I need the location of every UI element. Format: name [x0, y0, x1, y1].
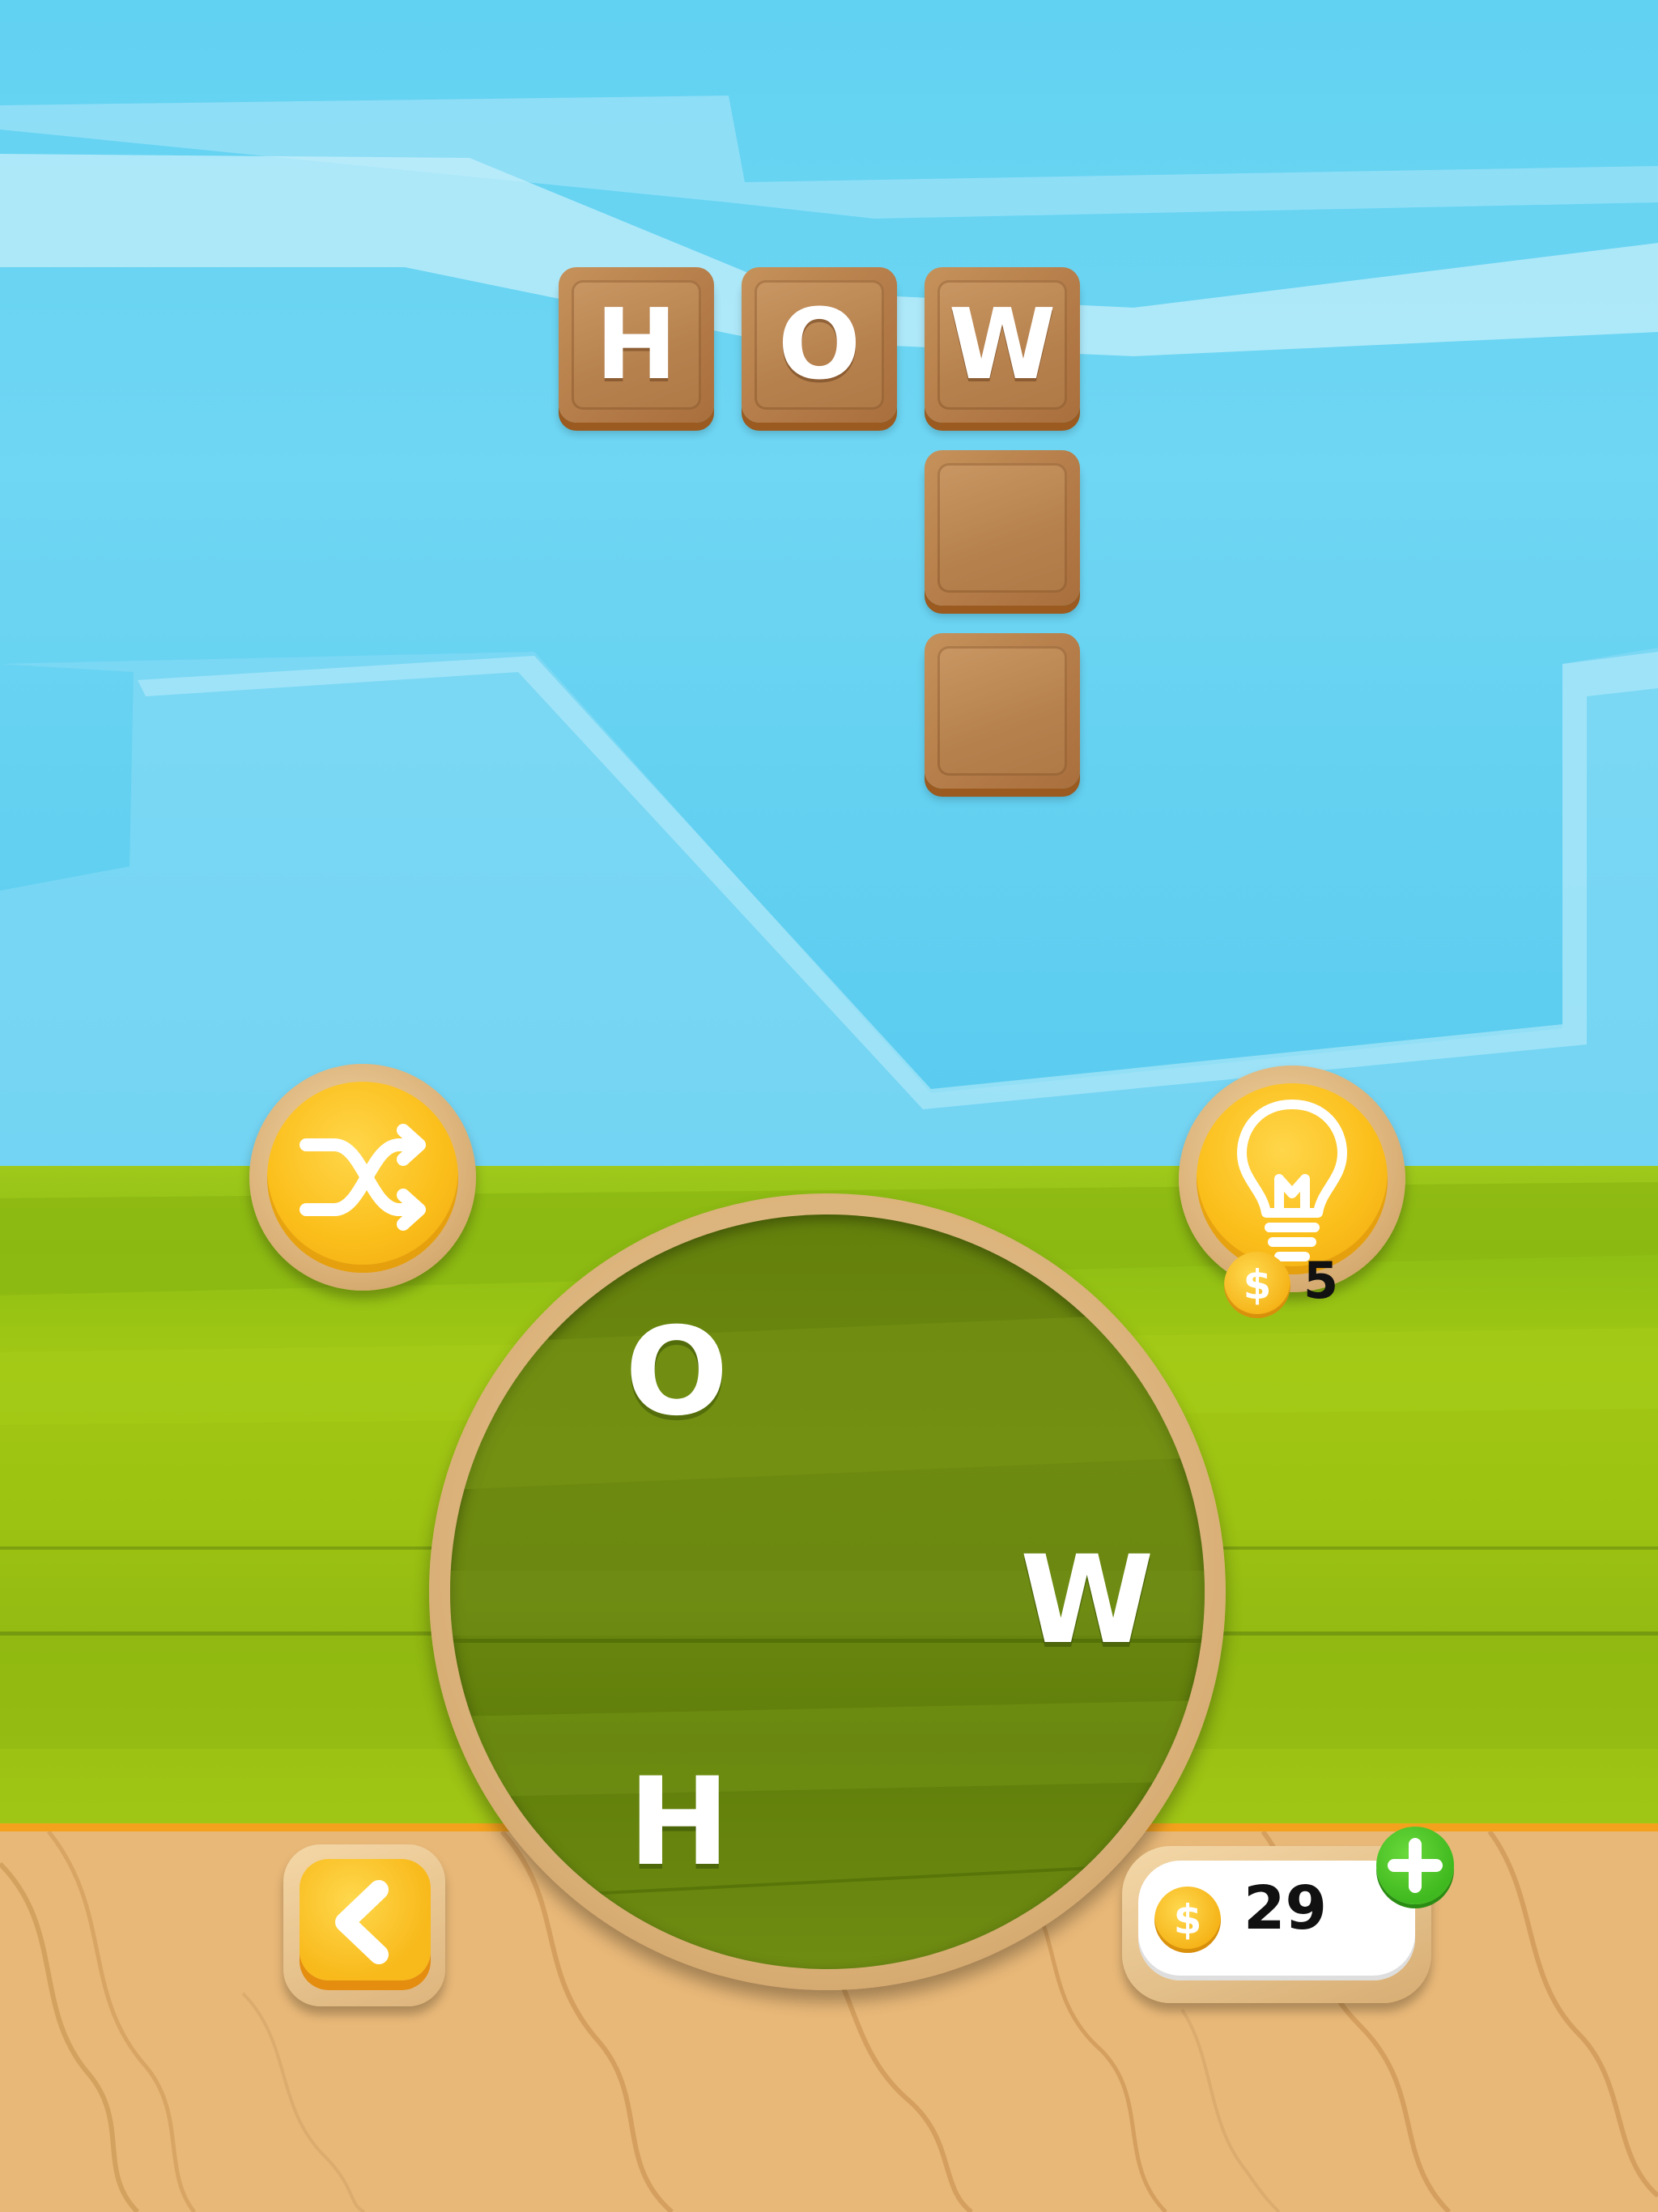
shuffle-icon [300, 1124, 426, 1231]
board-tile: O [742, 267, 897, 423]
tile-letter: H [595, 288, 678, 402]
tile-letter: O [777, 288, 861, 402]
plus-icon [1388, 1838, 1443, 1893]
board-tile: H [559, 267, 714, 423]
shuffle-button[interactable] [249, 1064, 476, 1291]
add-coins-button[interactable] [1376, 1827, 1454, 1904]
board-tile-empty [925, 633, 1080, 789]
back-button[interactable] [283, 1844, 445, 2006]
chevron-left-icon [335, 1880, 389, 1964]
letter-wheel[interactable]: O W H [429, 1193, 1226, 1990]
hint-button[interactable] [1179, 1066, 1405, 1292]
wheel-letter[interactable]: W [1020, 1540, 1154, 1661]
game-screen: H O W $ 5 O W H $ 29 [0, 0, 1658, 2212]
hint-cost: 5 [1303, 1251, 1339, 1310]
tile-letter: W [948, 288, 1056, 402]
wheel-letter[interactable]: H [628, 1762, 730, 1883]
board-tile-empty [925, 450, 1080, 606]
coin-icon: $ [1154, 1887, 1221, 1953]
sky-background [0, 0, 1658, 1174]
lightbulb-icon [1237, 1100, 1347, 1261]
coin-count: 29 [1244, 1874, 1327, 1943]
hint-coin-icon: $ [1224, 1252, 1290, 1318]
wheel-letter[interactable]: O [625, 1312, 729, 1433]
board-tile: W [925, 267, 1080, 423]
